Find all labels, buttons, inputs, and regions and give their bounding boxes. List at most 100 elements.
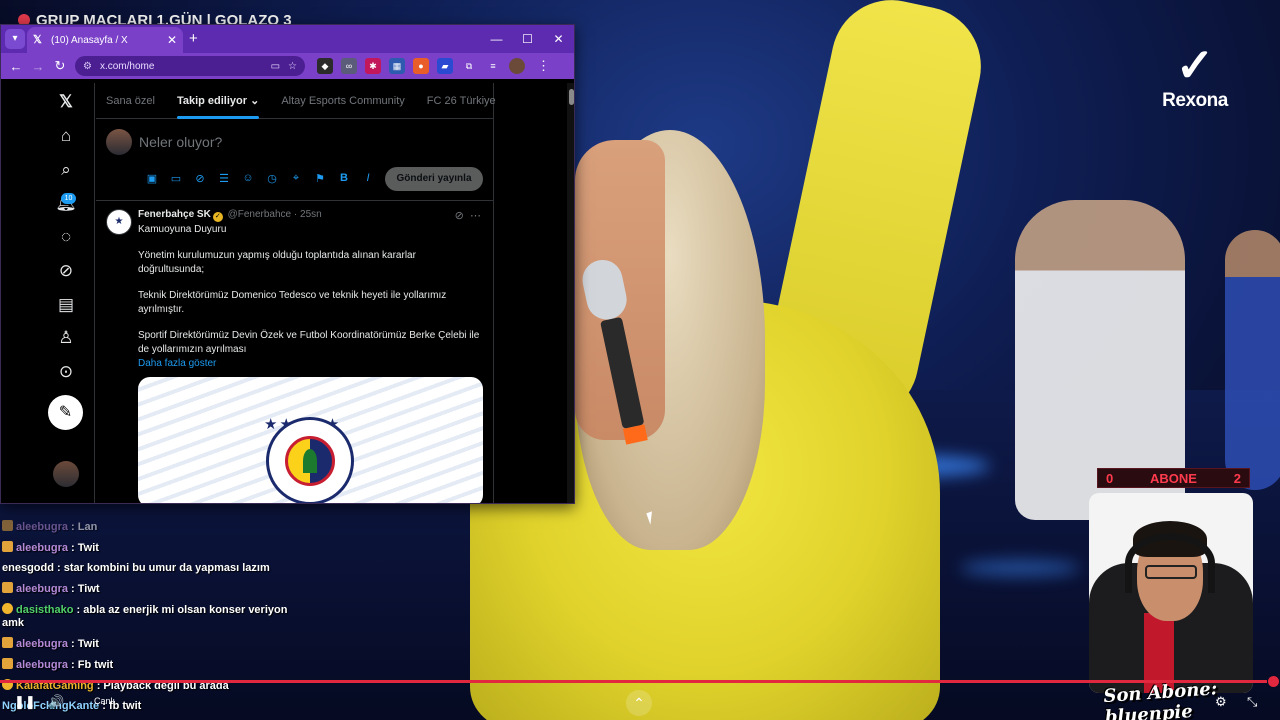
url-text[interactable]: x.com/home — [100, 61, 263, 72]
lists-icon[interactable]: ▤ — [55, 294, 77, 316]
extension-icon[interactable]: ∞ — [341, 58, 357, 74]
tweet[interactable]: ★ Fenerbahçe SK ✓ @Fenerbahce · 25sn ⊘ ⋯ … — [96, 201, 493, 503]
gif-icon[interactable]: ▭ — [164, 172, 188, 185]
location-icon[interactable]: ⌖ — [284, 172, 308, 185]
tab-search-button[interactable]: ▾ — [5, 29, 25, 49]
chat-message: dasisthako : abla az enerjik mi olsan ko… — [2, 603, 292, 630]
flag-icon[interactable]: ⚑ — [308, 172, 332, 185]
grok-icon[interactable]: ⊘ — [55, 260, 77, 282]
feed-tab-label: Sana özel — [106, 94, 155, 107]
messages-icon[interactable]: ◌ — [55, 226, 77, 248]
chevron-down-icon[interactable]: ⌄ — [247, 95, 259, 107]
post-button[interactable]: Gönderi yayınla — [385, 167, 483, 191]
chat-username[interactable]: aleebugra — [16, 583, 68, 595]
tweet-author-name[interactable]: Fenerbahçe SK — [138, 209, 211, 220]
close-icon[interactable]: ✕ — [167, 33, 177, 47]
chat-message: aleebugra : Lan — [2, 520, 292, 534]
chat-username[interactable]: aleebugra — [16, 638, 68, 650]
more-options-icon[interactable]: ⋯ — [470, 210, 481, 222]
chat-username[interactable]: aleebugra — [16, 521, 68, 533]
headset-icon — [1125, 533, 1215, 593]
extensions-puzzle-icon[interactable]: ⧉ — [461, 58, 477, 74]
close-window-button[interactable]: ✕ — [543, 25, 574, 53]
more-icon[interactable]: ⊙ — [55, 361, 77, 383]
pause-icon[interactable]: ❚❚ — [14, 694, 36, 710]
chat-username[interactable]: dasisthako — [16, 604, 73, 616]
bold-icon[interactable]: B — [332, 172, 356, 185]
tweet-paragraph: Sportif Direktörümüz Devin Özek ve Futbo… — [138, 330, 480, 355]
tweet-handle-time[interactable]: @Fenerbahce · 25sn — [228, 209, 322, 220]
forward-icon[interactable]: → — [27, 59, 49, 74]
goal-left-count: 0 — [1106, 470, 1114, 486]
scroll-thumb[interactable] — [569, 89, 574, 105]
subscriber-badge-icon — [2, 541, 13, 552]
feed-tab[interactable]: Sana özel — [106, 83, 155, 119]
sponsor-logo: ✓ Rexona — [1150, 40, 1240, 112]
tweet-image[interactable]: ★★★★★ — [138, 377, 483, 503]
feed-tab[interactable]: Altay Esports Community — [281, 83, 404, 119]
fenerbahce-crest-icon — [266, 417, 354, 503]
settings-icon[interactable]: ⚙ — [1215, 694, 1227, 710]
subscriber-badge-icon — [2, 582, 13, 593]
compose-post-button[interactable]: ✎ — [48, 395, 83, 430]
chat-text: : star kombini bu umur da yapması lazım — [53, 562, 270, 574]
chat-message: aleebugra : Tiwt — [2, 582, 292, 596]
extension-icon[interactable]: ● — [413, 58, 429, 74]
profile-icon[interactable]: ♙ — [55, 327, 77, 349]
goal-right-count: 2 — [1233, 470, 1241, 486]
extension-icon[interactable]: ▰ — [437, 58, 453, 74]
poll-icon[interactable]: ☰ — [212, 172, 236, 185]
account-avatar[interactable] — [53, 461, 79, 487]
composer-input[interactable]: Neler oluyor? — [139, 134, 222, 150]
chat-username[interactable]: enesgodd — [2, 562, 54, 574]
chat-username[interactable]: aleebugra — [16, 542, 68, 554]
extension-icon[interactable]: ✱ — [365, 58, 381, 74]
fenerbahce-avatar[interactable]: ★ — [106, 209, 132, 235]
reload-icon[interactable]: ↻ — [49, 58, 71, 74]
maximize-button[interactable]: ☐ — [512, 25, 543, 53]
progress-knob[interactable] — [1268, 676, 1279, 687]
home-icon[interactable]: ⌂ — [55, 125, 77, 147]
notification-badge: 10 — [61, 193, 76, 204]
chevron-up-icon[interactable]: ⌃ — [626, 690, 652, 716]
emoji-icon[interactable]: ☺ — [236, 172, 260, 185]
page-scrollbar[interactable] — [567, 83, 574, 503]
feed-tab[interactable]: FC 26 Türkiye — [427, 83, 496, 119]
reading-list-icon[interactable]: ≡ — [485, 58, 501, 74]
tweet-paragraph: Kamuoyuna Duyuru — [138, 224, 227, 235]
extension-icon[interactable]: ▦ — [389, 58, 405, 74]
chat-username[interactable]: aleebugra — [16, 659, 68, 671]
minimize-button[interactable]: — — [481, 25, 512, 53]
back-icon[interactable]: ← — [5, 59, 27, 74]
grok-icon[interactable]: ⊘ — [188, 172, 212, 185]
search-icon[interactable]: ⌕ — [55, 159, 77, 181]
composer-avatar — [106, 129, 132, 155]
chat-text: : Twit — [67, 638, 99, 650]
floor-light — [960, 560, 1080, 576]
italic-icon[interactable]: I — [356, 172, 380, 185]
subscriber-badge-icon — [2, 658, 13, 669]
new-tab-button[interactable]: + — [189, 30, 198, 47]
volume-icon[interactable]: 🔊 — [48, 694, 64, 710]
gold-badge-icon — [2, 603, 13, 614]
schedule-icon[interactable]: ◷ — [260, 172, 284, 185]
verified-badge-icon: ✓ — [212, 212, 223, 222]
bookmark-star-icon[interactable]: ☆ — [288, 61, 297, 72]
profile-avatar[interactable] — [509, 58, 525, 74]
chat-overlay: aleebugra : Lan aleebugra : Twit enesgodd … — [2, 520, 292, 720]
grok-icon[interactable]: ⊘ — [455, 210, 464, 222]
extension-icon[interactable]: ◆ — [317, 58, 333, 74]
browser-tab[interactable]: 𝕏 (10) Anasayfa / X ✕ — [27, 27, 183, 53]
x-logo-icon[interactable]: 𝕏 — [55, 91, 77, 113]
fullscreen-icon[interactable]: ⤡ — [1247, 694, 1257, 710]
background-player — [1225, 230, 1280, 490]
browser-menu-icon[interactable]: ⋮ — [537, 58, 550, 74]
address-bar[interactable]: ⚙ x.com/home ▭ ☆ — [75, 56, 305, 76]
site-info-icon[interactable]: ⚙ — [83, 61, 92, 72]
feed-tab[interactable]: Takip ediliyor ⌄ — [176, 83, 260, 119]
progress-bar[interactable] — [0, 680, 1268, 683]
x-logo-icon: 𝕏 — [33, 34, 42, 46]
show-more-link[interactable]: Daha fazla göster — [138, 358, 481, 369]
image-icon[interactable]: ▣ — [140, 172, 164, 185]
cast-icon[interactable]: ▭ — [271, 61, 280, 72]
